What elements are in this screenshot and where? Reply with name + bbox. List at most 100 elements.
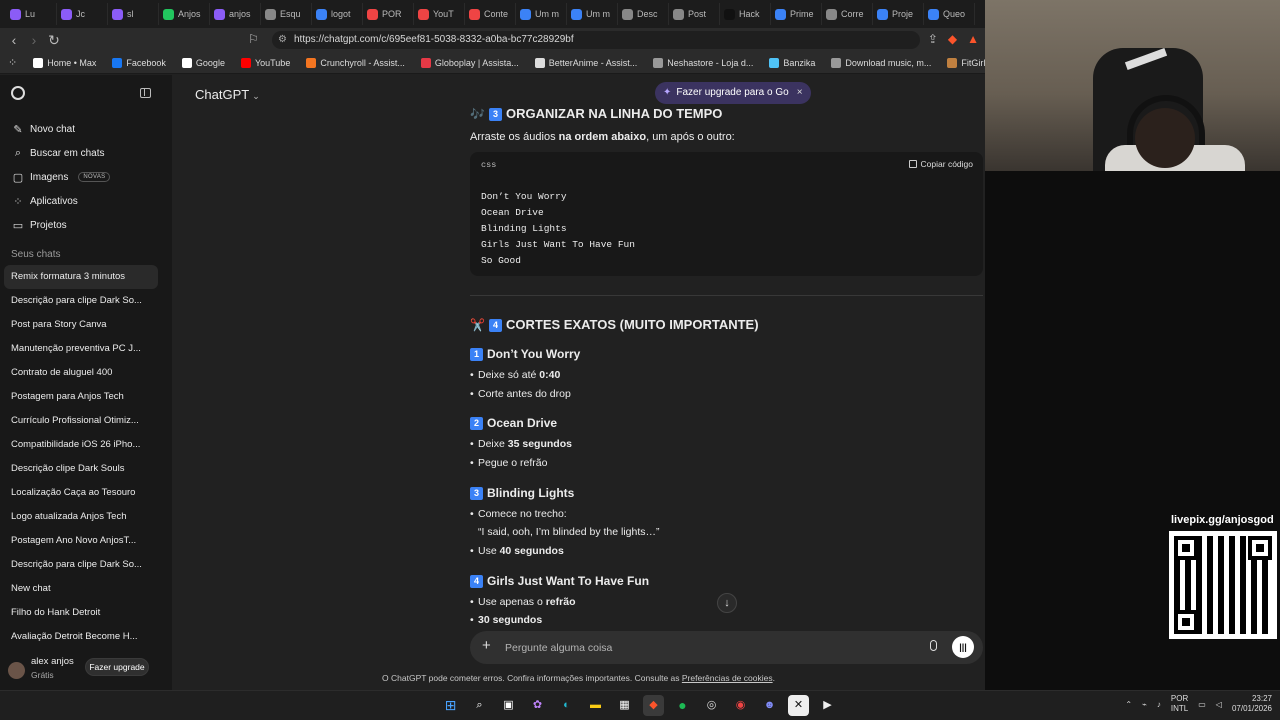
bookmark-item[interactable]: Crunchyroll - Assist... (298, 57, 413, 68)
edge-icon[interactable]: ◐ (556, 695, 577, 716)
bookmark-item[interactable]: FitGirl Repacks (939, 57, 985, 68)
windows-start-icon[interactable]: ⊞ (440, 695, 461, 716)
microphone-icon[interactable]: ♪ (1157, 700, 1161, 709)
recorder-icon[interactable]: ◉ (730, 695, 751, 716)
display-icon[interactable]: ▭ (1198, 700, 1206, 709)
sidebar-item-search-chats[interactable]: ⌕ Buscar em chats (0, 141, 172, 165)
site-info-icon[interactable]: ⚙ (278, 31, 287, 49)
chat-list-item[interactable]: Descrição para clipe Dark So... (0, 289, 158, 313)
cookie-preferences-link[interactable]: Preferências de cookies (682, 673, 773, 683)
brave-rewards-icon[interactable]: ▲ (967, 32, 979, 46)
browser-tab[interactable]: Anjos (159, 3, 210, 25)
prompt-input[interactable] (505, 639, 905, 656)
reload-icon[interactable]: ↻ (44, 32, 64, 49)
user-box[interactable]: alex anjos Grátis Fazer upgrade (0, 650, 172, 690)
obs-icon[interactable]: ◎ (701, 695, 722, 716)
upgrade-button[interactable]: Fazer upgrade (85, 658, 149, 676)
sidebar-item-new-chat[interactable]: ✎ Novo chat (0, 117, 172, 141)
chat-list-item[interactable]: Postagem Ano Novo AnjosT... (0, 529, 158, 553)
file-explorer-icon[interactable]: ▬ (585, 695, 606, 716)
network-icon[interactable]: ⌁ (1142, 700, 1147, 709)
sidebar-item-apps[interactable]: ⁘ Aplicativos (0, 189, 172, 213)
browser-tab[interactable]: Um m (567, 3, 618, 25)
clock[interactable]: 23:27 07/01/2026 (1232, 694, 1272, 714)
brave-shields-icon[interactable]: ◆ (948, 32, 957, 46)
browser-tab[interactable]: Conte (465, 3, 516, 25)
copilot-icon[interactable]: ✿ (527, 695, 548, 716)
capcut-icon[interactable]: ✕ (788, 695, 809, 716)
browser-tab[interactable]: Esqu (261, 3, 312, 25)
chat-list-item[interactable]: Avaliação Detroit Become H... (0, 625, 158, 649)
browser-tab[interactable]: Lu (6, 3, 57, 25)
bookmark-item[interactable]: BetterAnime - Assist... (527, 57, 646, 68)
browser-tab[interactable]: Um m (516, 3, 567, 25)
forward-icon[interactable]: › (24, 32, 44, 48)
tab-favicon-icon (826, 8, 837, 20)
chat-list-item[interactable]: New chat (0, 577, 158, 601)
bookmark-icon[interactable]: ⚐ (248, 32, 259, 46)
sidebar-item-images[interactable]: ▢ Imagens NOVAS (0, 165, 172, 189)
chat-list-item[interactable]: Post para Story Canva (0, 313, 158, 337)
url-field[interactable]: ⚙ https://chatgpt.com/c/695eef81-5038-83… (272, 31, 920, 49)
bookmark-item[interactable]: Banzika (761, 57, 823, 68)
chat-list-item[interactable]: Remix formatura 3 minutos (4, 265, 158, 289)
chat-list-item[interactable]: Filho do Hank Detroit (0, 601, 158, 625)
apps-grid-icon[interactable]: ⁘ (6, 56, 25, 69)
close-icon[interactable]: × (797, 82, 803, 104)
chat-list-item[interactable]: Contrato de aluguel 400 (0, 361, 158, 385)
bookmark-item[interactable]: Facebook (104, 57, 174, 68)
browser-tab[interactable]: Prime (771, 3, 822, 25)
store-icon[interactable]: ▦ (614, 695, 635, 716)
upgrade-pill[interactable]: ✦ Fazer upgrade para o Go × (655, 82, 811, 104)
media-player-icon[interactable]: ▶ (817, 695, 838, 716)
chat-list-item[interactable]: Manutenção preventiva PC J... (0, 337, 158, 361)
openai-logo-icon[interactable] (11, 86, 25, 100)
search-icon[interactable]: ⌕ (469, 695, 490, 716)
spotify-icon[interactable]: ● (672, 695, 693, 716)
task-view-icon[interactable]: ▣ (498, 695, 519, 716)
song-heading-4: 4 Girls Just Want To Have Fun (470, 574, 649, 588)
browser-tab[interactable]: Jc (57, 3, 108, 25)
bookmark-item[interactable]: Download music, m... (823, 57, 939, 68)
browser-tab[interactable]: Proje (873, 3, 924, 25)
avatar[interactable] (8, 661, 25, 679)
chevron-up-icon[interactable]: ⌃ (1125, 700, 1132, 709)
brave-icon[interactable]: ◆ (643, 695, 664, 716)
browser-tab[interactable]: Queo (924, 3, 975, 25)
bookmark-item[interactable]: Neshastore - Loja d... (645, 57, 761, 68)
voice-mode-button[interactable]: ||| (952, 636, 974, 658)
chat-list-item[interactable]: Compatibilidade iOS 26 iPho... (0, 433, 158, 457)
sidebar-item-projects[interactable]: ▭ Projetos (0, 213, 172, 237)
volume-icon[interactable]: ◁ (1216, 700, 1222, 709)
browser-tab[interactable]: POR (363, 3, 414, 25)
browser-tab[interactable]: Hack (720, 3, 771, 25)
microphone-icon[interactable] (930, 640, 937, 651)
copy-code-button[interactable]: Copiar código (908, 159, 973, 169)
share-icon[interactable]: ⇪ (928, 32, 938, 46)
browser-tab[interactable]: sl (108, 3, 159, 25)
chat-list-item[interactable]: Currículo Profissional Otimiz... (0, 409, 158, 433)
chat-list-item[interactable]: Localização Caça ao Tesouro (0, 481, 158, 505)
model-selector[interactable]: ChatGPT ⌄ (195, 87, 260, 102)
sidebar-toggle-icon[interactable] (140, 88, 151, 98)
browser-tab[interactable]: Corre (822, 3, 873, 25)
browser-tab[interactable]: Post (669, 3, 720, 25)
browser-tab[interactable]: anjos (210, 3, 261, 25)
browser-tab[interactable]: logot (312, 3, 363, 25)
scroll-down-button[interactable]: ↓ (717, 593, 737, 613)
bookmark-item[interactable]: YouTube (233, 57, 298, 68)
chat-list-item[interactable]: Postagem para Anjos Tech (0, 385, 158, 409)
chat-list-item[interactable]: Descrição clipe Dark Souls (0, 457, 158, 481)
bookmark-favicon-icon (769, 57, 780, 68)
back-icon[interactable]: ‹ (4, 32, 24, 48)
bookmark-item[interactable]: Google (174, 57, 233, 68)
bookmark-item[interactable]: Globoplay | Assista... (413, 57, 527, 68)
chat-list-item[interactable]: Logo atualizada Anjos Tech (0, 505, 158, 529)
browser-tab[interactable]: Desc (618, 3, 669, 25)
chat-list-item[interactable]: Descrição para clipe Dark So... (0, 553, 158, 577)
browser-tab[interactable]: YouT (414, 3, 465, 25)
discord-icon[interactable]: ☻ (759, 695, 780, 716)
bookmark-item[interactable]: Home • Max (25, 57, 104, 68)
plus-icon[interactable]: + (482, 637, 491, 654)
input-language[interactable]: POR INTL (1171, 694, 1188, 714)
